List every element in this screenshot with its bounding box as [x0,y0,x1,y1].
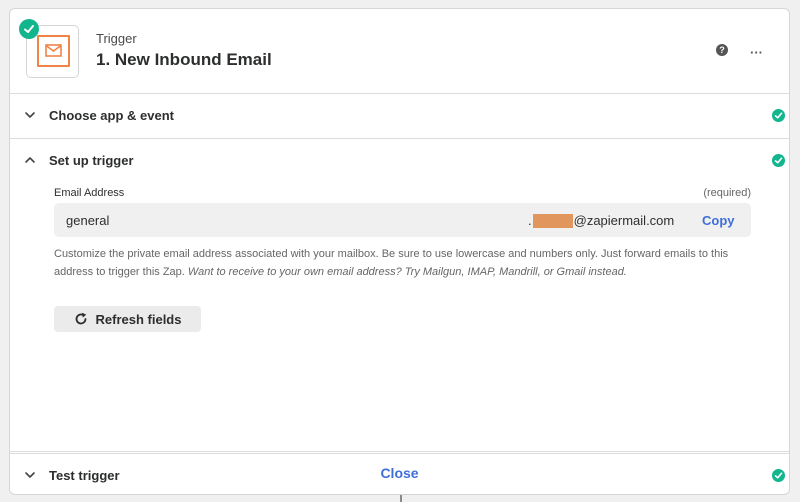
setup-trigger-form: Email Address (required) general . @zapi… [10,183,789,453]
email-prefix-value[interactable]: general [66,213,109,228]
email-address-field[interactable]: general . @zapiermail.com Copy [54,203,751,237]
trigger-step-panel: Trigger 1. New Inbound Email ? ··· Choos… [9,8,790,495]
check-circle-icon [772,109,785,122]
refresh-fields-label: Refresh fields [95,311,182,327]
email-suffix: . @zapiermail.com [528,213,674,228]
more-options-icon[interactable]: ··· [750,45,763,60]
email-app-icon [37,35,70,67]
step-title[interactable]: 1. New Inbound Email [96,50,272,70]
email-dot: . [528,213,532,228]
panel-footer: Close [10,451,789,494]
copy-button[interactable]: Copy [702,213,735,228]
envelope-icon [45,44,62,57]
email-domain: @zapiermail.com [573,213,675,228]
refresh-icon [75,312,86,325]
required-indicator: (required) [703,187,751,199]
check-circle-icon [772,154,785,167]
section-choose-app-event[interactable]: Choose app & event [10,94,789,138]
step-header: Trigger 1. New Inbound Email ? ··· [10,9,789,94]
close-button[interactable]: Close [380,465,418,481]
section-title: Choose app & event [49,108,174,123]
step-kind-label: Trigger [96,31,137,46]
email-address-label: Email Address [54,187,125,199]
help-icon[interactable]: ? [716,44,728,56]
step-complete-check-icon [19,19,39,39]
redacted-block [532,213,573,228]
section-set-up-trigger[interactable]: Set up trigger [10,139,789,183]
chevron-up-icon [25,157,35,163]
section-title: Set up trigger [49,153,134,168]
refresh-fields-button[interactable]: Refresh fields [54,306,201,332]
help-text-alternatives: Want to receive to your own email addres… [187,266,627,278]
email-help-text: Customize the private email address asso… [54,245,754,281]
chevron-down-icon [25,112,35,118]
